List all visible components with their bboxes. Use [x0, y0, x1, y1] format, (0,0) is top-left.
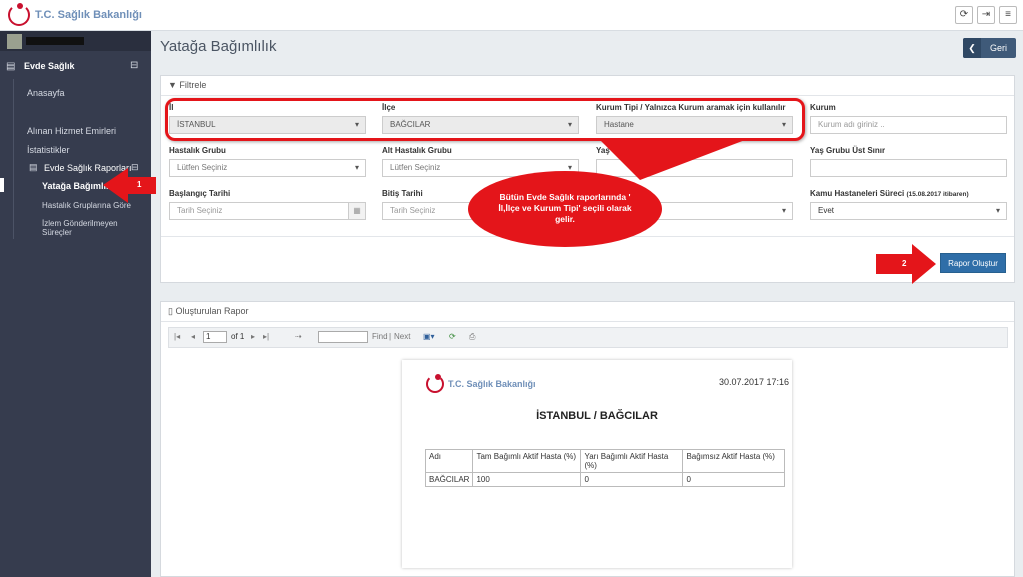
- callout-pointer: [600, 140, 745, 180]
- step-2-label: 2: [902, 259, 907, 268]
- annotation-arrows: [103, 140, 936, 284]
- arrow-left-icon: [103, 168, 156, 203]
- callout-text: Bütün Evde Sağlık raporlarında ' İl,İlçe…: [498, 192, 632, 224]
- step-1-label: 1: [137, 180, 142, 189]
- callout-bubble: Bütün Evde Sağlık raporlarında ' İl,İlçe…: [468, 171, 662, 247]
